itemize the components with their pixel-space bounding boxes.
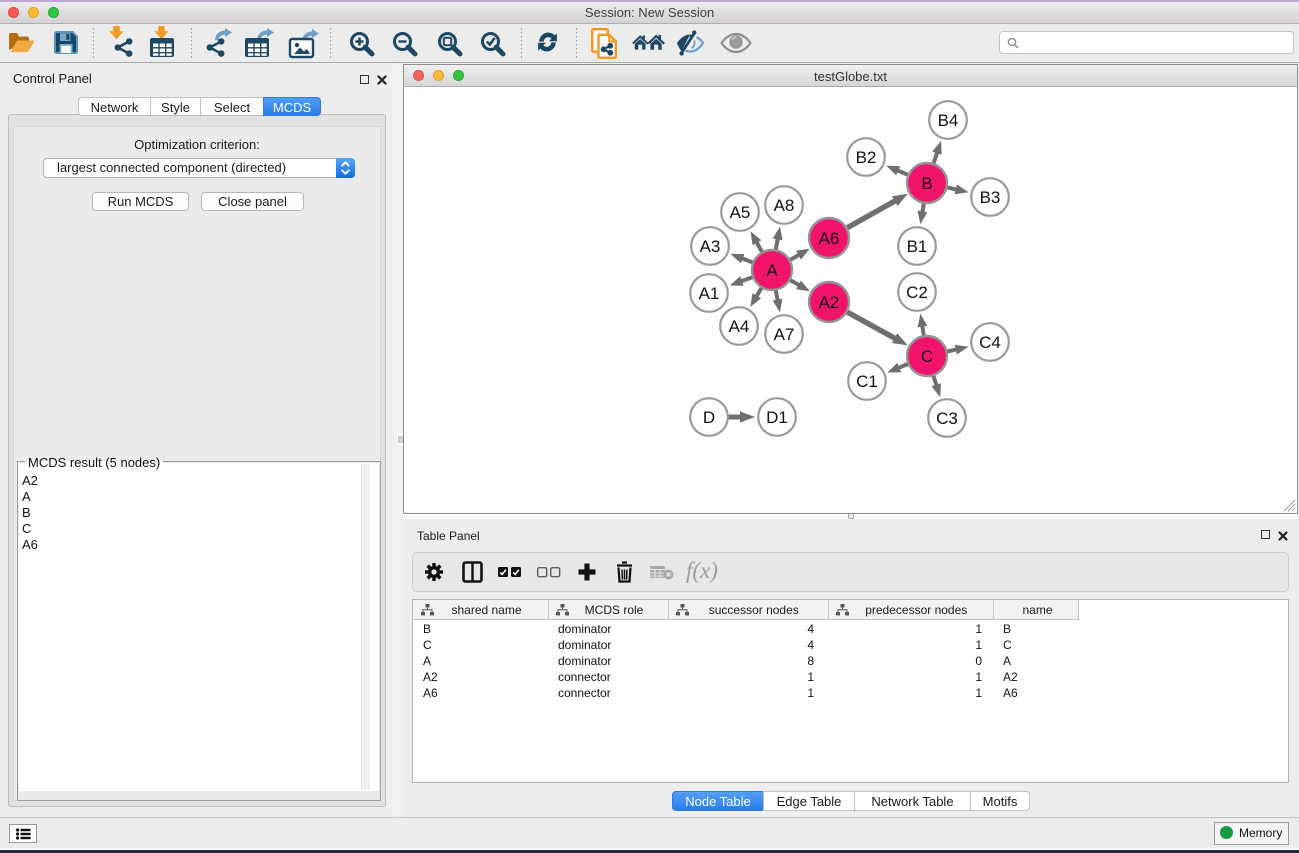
svg-text:B4: B4 bbox=[938, 111, 959, 130]
svg-text:A: A bbox=[766, 261, 778, 280]
svg-text:A2: A2 bbox=[819, 293, 840, 312]
svg-text:C3: C3 bbox=[936, 409, 958, 428]
svg-text:A4: A4 bbox=[729, 317, 750, 336]
svg-text:B3: B3 bbox=[980, 188, 1001, 207]
svg-text:A5: A5 bbox=[730, 203, 751, 222]
svg-text:D1: D1 bbox=[766, 408, 788, 427]
svg-text:B2: B2 bbox=[856, 148, 877, 167]
svg-text:D: D bbox=[703, 408, 715, 427]
svg-text:C2: C2 bbox=[906, 283, 928, 302]
svg-text:A8: A8 bbox=[774, 196, 795, 215]
svg-text:A6: A6 bbox=[819, 229, 840, 248]
svg-text:C: C bbox=[921, 347, 933, 366]
svg-text:C4: C4 bbox=[979, 333, 1001, 352]
svg-text:A3: A3 bbox=[700, 237, 721, 256]
svg-text:C1: C1 bbox=[856, 372, 878, 391]
svg-text:A7: A7 bbox=[774, 325, 795, 344]
svg-text:B1: B1 bbox=[907, 237, 928, 256]
svg-text:B: B bbox=[921, 174, 932, 193]
svg-text:A1: A1 bbox=[699, 284, 720, 303]
